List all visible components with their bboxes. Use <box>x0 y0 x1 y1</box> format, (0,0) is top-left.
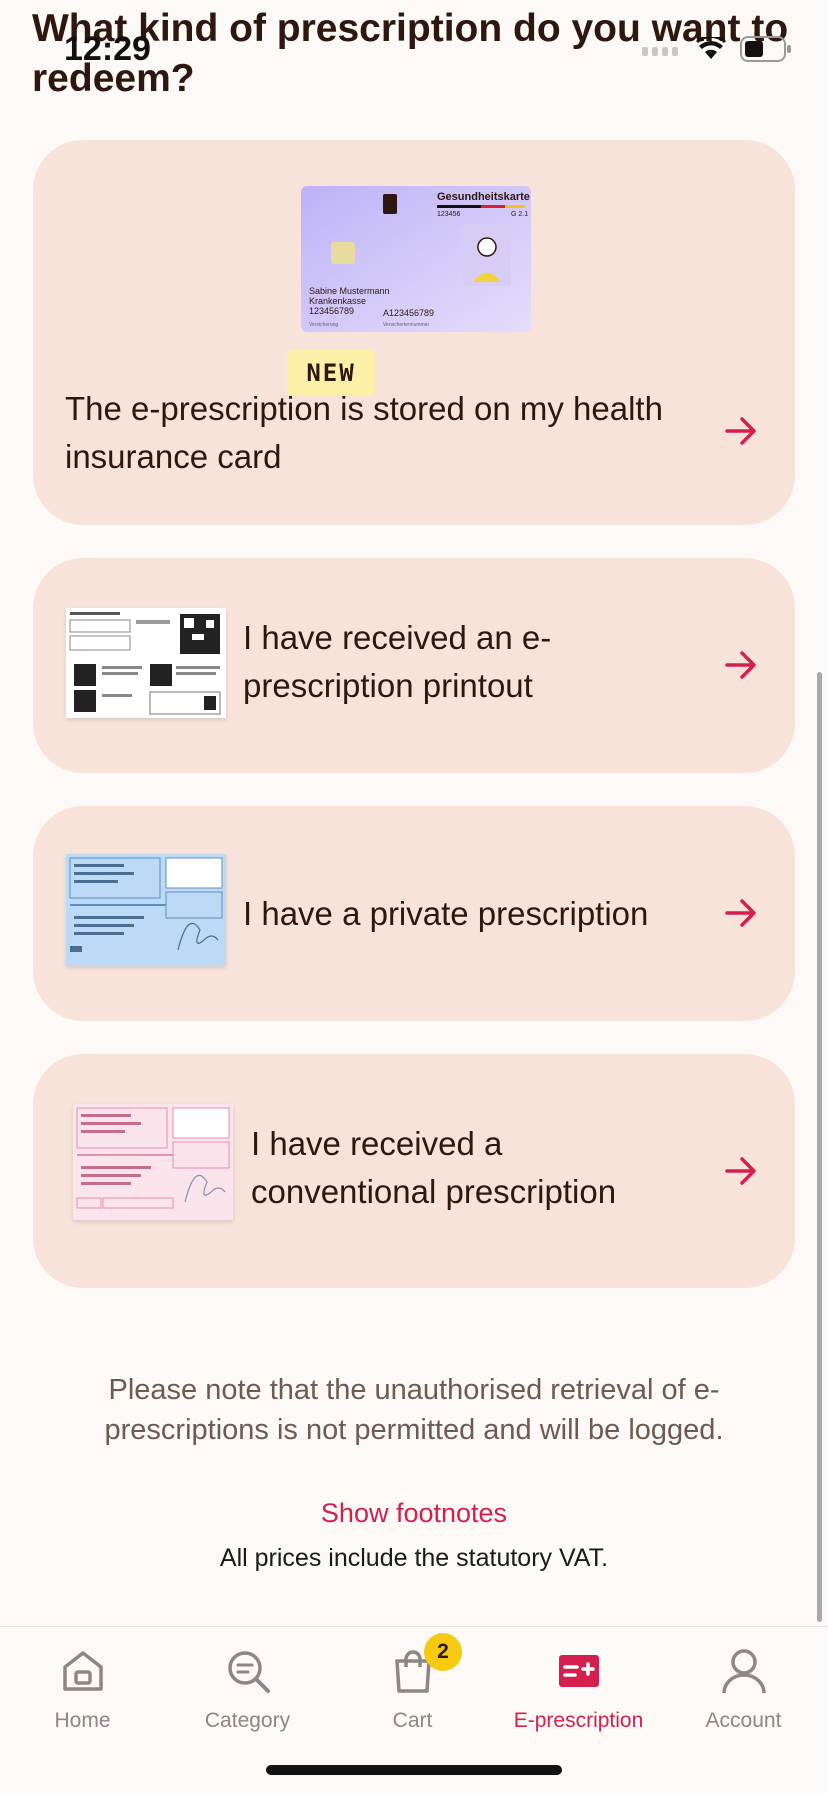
tab-label: Home <box>54 1709 111 1732</box>
tab-account[interactable]: Account <box>661 1627 826 1747</box>
battery-icon <box>740 36 791 62</box>
option-health-card[interactable]: NEW Gesundheitskarte 123456 G 2.1 Sabine… <box>33 140 795 525</box>
card-version: G 2.1 <box>511 211 528 218</box>
card-insurer: Krankenkasse <box>309 296 366 306</box>
option-label: I have received an e-prescription printo… <box>243 619 552 704</box>
card-card-number: A123456789 <box>383 308 434 318</box>
tab-label: Account <box>705 1709 782 1732</box>
option-eprescription-printout[interactable]: I have received an e-prescription printo… <box>33 558 795 773</box>
privacy-notice: Please note that the unauthorised retrie… <box>104 1374 724 1446</box>
tab-cart[interactable]: 2 Cart <box>330 1627 495 1747</box>
scrollbar[interactable] <box>817 672 822 1622</box>
card-brand: Gesundheitskarte <box>437 191 530 203</box>
arrow-right-icon <box>725 899 756 927</box>
conventional-prescription-thumbnail <box>73 1104 233 1220</box>
tab-e-prescription[interactable]: E-prescription <box>496 1627 661 1747</box>
option-private-prescription[interactable]: I have a private prescription <box>33 806 795 1021</box>
wifi-icon <box>696 37 726 59</box>
tab-label: E-prescription <box>513 1709 644 1732</box>
new-badge: NEW <box>287 350 375 396</box>
eprescription-printout-thumbnail <box>66 608 226 718</box>
signal-icon <box>642 47 678 56</box>
card-caption-left: Versicherung <box>309 322 338 328</box>
home-indicator <box>266 1765 562 1775</box>
health-insurance-card-image: Gesundheitskarte 123456 G 2.1 Sabine Mus… <box>301 186 531 332</box>
home-icon <box>62 1651 103 1691</box>
status-bar: 12:29 <box>0 0 828 100</box>
arrow-right-icon <box>725 1157 756 1185</box>
card-holder-name: Sabine Mustermann <box>309 286 390 296</box>
cart-count-badge: 2 <box>424 1633 462 1671</box>
status-icons <box>642 36 792 62</box>
status-time: 12:29 <box>64 30 151 68</box>
tab-category[interactable]: Category <box>165 1627 330 1747</box>
category-search-icon <box>227 1651 270 1693</box>
tab-home[interactable]: Home <box>0 1627 165 1747</box>
option-label: I have a private prescription <box>243 895 649 932</box>
option-label: The e-prescription is stored on my healt… <box>65 390 663 475</box>
arrow-right-icon <box>725 417 756 445</box>
option-label: I have received a conventional prescript… <box>251 1125 617 1210</box>
card-caption-right: Versichertennummer <box>383 322 429 328</box>
card-number-top: 123456 <box>437 211 460 218</box>
tab-label: Cart <box>392 1709 433 1732</box>
arrow-right-icon <box>725 651 756 679</box>
private-prescription-thumbnail <box>66 854 226 966</box>
tab-label: Category <box>204 1709 291 1732</box>
account-icon <box>721 1649 766 1694</box>
vat-note: All prices include the statutory VAT. <box>219 1544 609 1572</box>
show-footnotes-link[interactable]: Show footnotes <box>0 1498 828 1529</box>
prescription-icon <box>558 1655 599 1687</box>
option-conventional-prescription[interactable]: I have received a conventional prescript… <box>33 1054 795 1288</box>
card-insured-number: 123456789 <box>309 306 354 316</box>
